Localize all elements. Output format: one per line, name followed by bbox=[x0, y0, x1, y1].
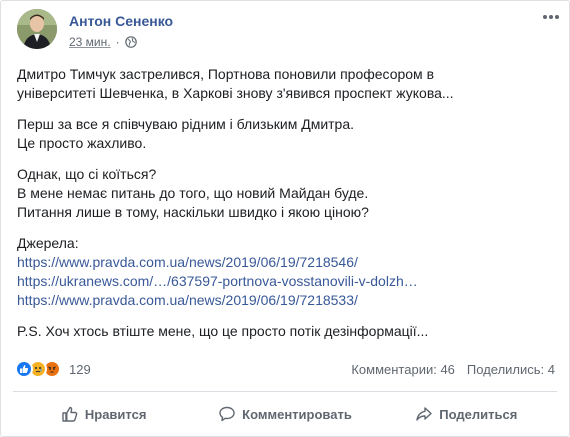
like-button[interactable]: Нравится bbox=[13, 397, 194, 431]
paragraph: Перш за все я співчуваю рідним і близьки… bbox=[17, 115, 557, 153]
post-header: Антон Сененко 23 мин. · bbox=[17, 9, 173, 53]
text-line: університеті Шевченка, в Харкові знову з… bbox=[17, 85, 454, 101]
share-arrow-icon bbox=[416, 407, 432, 421]
paragraph: Дмитро Тимчук застрелився, Портнова поно… bbox=[17, 65, 557, 103]
paragraph: Однак, що сі коїться? В мене немає питан… bbox=[17, 165, 557, 222]
post-card: Антон Сененко 23 мин. · Дмитро Тимчук за… bbox=[0, 0, 570, 437]
share-button[interactable]: Поделиться bbox=[376, 397, 557, 431]
like-label: Нравится bbox=[84, 406, 147, 422]
sources-block: Джерела: https://www.pravda.com.ua/news/… bbox=[17, 234, 557, 310]
divider bbox=[13, 391, 557, 392]
author-name[interactable]: Антон Сененко bbox=[69, 12, 173, 30]
sources-label: Джерела: bbox=[17, 235, 79, 251]
thumbs-up-icon bbox=[62, 406, 78, 422]
share-label: Поделиться bbox=[439, 406, 518, 422]
postscript: P.S. Хоч хтось втіште мене, що це просто… bbox=[17, 323, 429, 339]
comment-label: Комментировать bbox=[242, 406, 352, 422]
reactions-count[interactable]: 129 bbox=[69, 362, 91, 377]
post-timestamp[interactable]: 23 мин. bbox=[69, 34, 111, 50]
comment-button[interactable]: Комментировать bbox=[194, 397, 375, 431]
separator-dot: · bbox=[115, 35, 120, 49]
more-options-icon[interactable] bbox=[543, 13, 559, 21]
action-bar: Нравится Комментировать Поделиться bbox=[13, 397, 557, 431]
source-link[interactable]: https://www.pravda.com.ua/news/2019/06/1… bbox=[17, 253, 557, 272]
text-line: Питання лише в тому, наскільки швидко і … bbox=[17, 204, 369, 220]
avatar[interactable] bbox=[17, 9, 57, 49]
text-line: В мене немає питань до того, що новий Ма… bbox=[17, 185, 369, 201]
globe-icon[interactable] bbox=[124, 36, 137, 48]
text-line: Це просто жахливо. bbox=[17, 135, 147, 151]
text-line: Однак, що сі коїться? bbox=[17, 166, 157, 182]
post-text: Дмитро Тимчук застрелився, Портнова поно… bbox=[17, 65, 557, 353]
like-icon bbox=[15, 360, 33, 378]
source-link[interactable]: https://www.pravda.com.ua/news/2019/06/1… bbox=[17, 291, 557, 310]
post-stats: 129 Комментарии: 46 Поделились: 4 bbox=[15, 358, 555, 380]
paragraph: P.S. Хоч хтось втіште мене, що це просто… bbox=[17, 322, 557, 341]
text-line: Перш за все я співчуваю рідним і близьки… bbox=[17, 116, 355, 132]
text-line: Дмитро Тимчук застрелився, Портнова поно… bbox=[17, 66, 435, 82]
reactions-summary[interactable]: 129 bbox=[15, 360, 91, 378]
shares-count[interactable]: Поделились: 4 bbox=[467, 362, 555, 377]
comments-count[interactable]: Комментарии: 46 bbox=[351, 362, 455, 377]
source-link[interactable]: https://ukranews.com/…/637597-portnova-v… bbox=[17, 272, 557, 291]
comment-icon bbox=[219, 406, 235, 422]
